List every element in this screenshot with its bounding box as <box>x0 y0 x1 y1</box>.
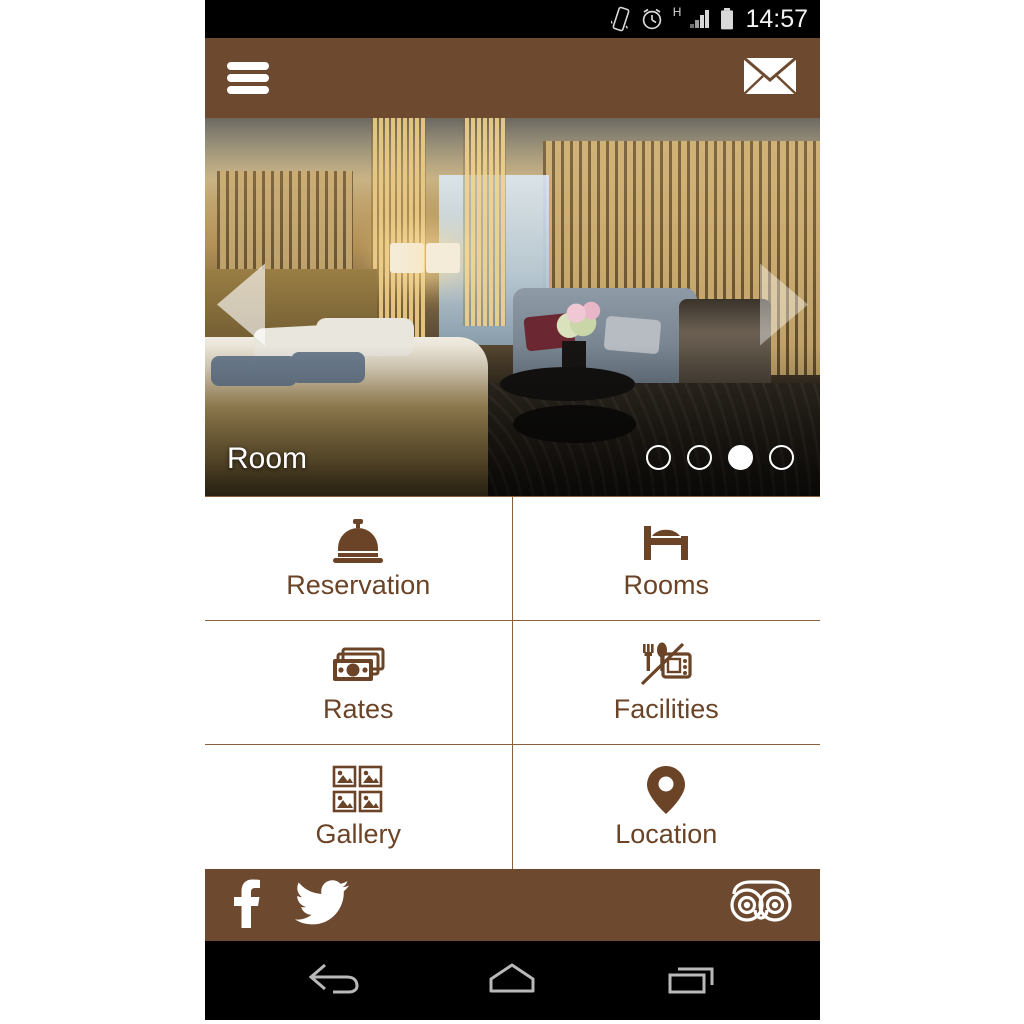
menu-item-label: Rooms <box>623 570 710 600</box>
hero-carousel[interactable]: Room <box>205 118 820 496</box>
back-icon[interactable] <box>303 957 365 1004</box>
status-icons: H <box>610 5 736 32</box>
carousel-dot-4[interactable] <box>769 445 794 470</box>
chevron-left-icon[interactable] <box>213 262 275 353</box>
envelope-icon[interactable] <box>742 55 798 101</box>
network-type-label: H <box>672 5 682 19</box>
menu-item-location[interactable]: Location <box>513 745 821 869</box>
alarm-clock-icon <box>640 7 664 31</box>
bed-icon <box>638 518 694 564</box>
recent-apps-icon[interactable] <box>660 957 722 1004</box>
facebook-icon[interactable] <box>231 878 261 933</box>
app-bar <box>205 38 820 118</box>
menu-item-label: Facilities <box>613 694 719 724</box>
vibrate-icon <box>610 6 631 32</box>
carousel-dot-1[interactable] <box>646 445 671 470</box>
menu-item-label: Rates <box>322 694 394 724</box>
banknotes-icon <box>329 642 387 688</box>
carousel-dot-3[interactable] <box>728 445 753 470</box>
social-footer <box>205 869 820 941</box>
menu-item-label: Gallery <box>315 818 402 849</box>
home-icon[interactable] <box>481 957 543 1004</box>
phone-screen: H 14:57 Room Reservation Rooms Rates Fac… <box>205 0 820 1024</box>
menu-item-reservation[interactable]: Reservation <box>205 497 513 621</box>
signal-h-icon <box>688 8 710 30</box>
tripadvisor-owl-icon[interactable] <box>728 879 794 931</box>
status-bar: H 14:57 <box>205 0 820 38</box>
battery-icon <box>719 7 735 31</box>
menu-item-label: Location <box>615 818 718 849</box>
hero-caption: Room <box>227 442 308 475</box>
chevron-right-icon[interactable] <box>750 262 812 353</box>
service-bell-icon <box>330 518 386 564</box>
twitter-icon[interactable] <box>295 879 349 931</box>
carousel-dot-2[interactable] <box>687 445 712 470</box>
status-time: 14:57 <box>745 4 808 33</box>
menu-item-label: Reservation <box>286 570 431 600</box>
menu-item-facilities[interactable]: Facilities <box>512 621 820 745</box>
menu-item-rooms[interactable]: Rooms <box>512 497 820 621</box>
menu-item-rates[interactable]: Rates <box>205 621 513 745</box>
cutlery-appliance-icon <box>639 642 693 688</box>
carousel-dots <box>646 445 794 470</box>
android-nav-bar <box>205 941 820 1020</box>
social-links <box>231 878 349 933</box>
menu-item-gallery[interactable]: Gallery <box>205 745 513 869</box>
hamburger-menu-icon[interactable] <box>227 62 269 94</box>
hero-photo <box>205 118 820 496</box>
map-pin-icon <box>645 765 687 814</box>
photo-grid-icon <box>332 765 384 813</box>
main-menu-grid: Reservation Rooms Rates Facilities Galle… <box>205 496 820 869</box>
